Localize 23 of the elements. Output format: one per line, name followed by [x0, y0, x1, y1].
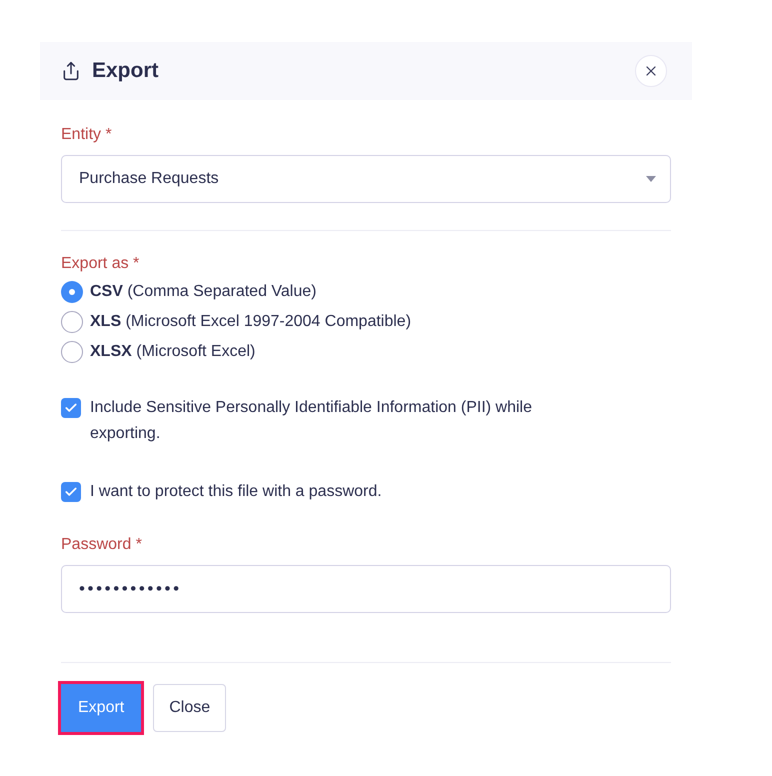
radio-button[interactable]	[61, 281, 83, 303]
radio-button[interactable]	[61, 341, 83, 363]
checkbox-label: I want to protect this file with a password.	[90, 482, 382, 502]
close-button[interactable]	[635, 55, 667, 87]
password-field[interactable]: ••••••••••••	[61, 565, 671, 613]
radio-label: XLSX (Microsoft Excel)	[90, 342, 256, 362]
select-value: Purchase Requests	[79, 169, 219, 189]
radio-label: CSV (Comma Separated Value)	[90, 282, 316, 302]
checkbox[interactable]	[61, 482, 81, 502]
check-icon	[64, 401, 78, 415]
close-button[interactable]: Close	[153, 684, 226, 732]
entity-select[interactable]: Purchase Requests	[61, 155, 671, 203]
share-icon	[61, 61, 81, 81]
field-label: Export as *	[61, 254, 140, 274]
dialog-title: Export	[92, 58, 159, 84]
checkbox[interactable]	[61, 398, 81, 418]
radio-label: XLS (Microsoft Excel 1997-2004 Compatible)	[90, 312, 412, 332]
field-label: Entity *	[61, 125, 112, 145]
check-icon	[64, 485, 78, 499]
field-label: Password *	[61, 535, 142, 555]
caret-icon	[646, 176, 656, 182]
checkbox-label: Include Sensitive Personally Identifiable Information (PII) while exporting.	[90, 398, 533, 444]
radio-button[interactable]	[61, 311, 83, 333]
